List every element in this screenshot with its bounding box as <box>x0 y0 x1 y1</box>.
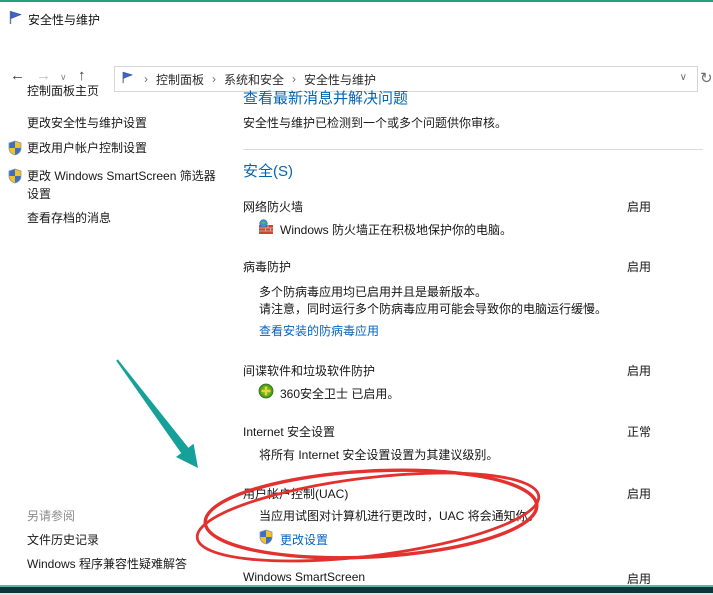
address-dropdown-icon[interactable]: ∨ <box>680 72 687 83</box>
see-also-header: 另请参阅 <box>27 507 75 524</box>
sidebar-item-file-history[interactable]: 文件历史记录 <box>27 531 99 548</box>
sidebar-item-control-panel-home[interactable]: 控制面板主页 <box>27 82 99 99</box>
desc-spyware-protection: 360安全卫士 已启用。 <box>280 385 399 402</box>
uac-shield-icon <box>7 140 23 156</box>
breadcrumb-separator-icon: › <box>206 72 222 86</box>
sidebar-item-view-archived-messages[interactable]: 查看存档的消息 <box>27 209 111 226</box>
window-title: 安全性与维护 <box>28 11 100 28</box>
sidebar-item-change-smartscreen-settings[interactable]: 更改 Windows SmartScreen 筛选器设置 <box>27 167 227 203</box>
divider <box>243 149 703 150</box>
desc-virus-protection-1: 多个防病毒应用均已启用并且是最新版本。 <box>259 283 487 300</box>
status-uac: 启用 <box>627 485 651 502</box>
status-internet-security: 正常 <box>627 423 651 440</box>
annotation-arrow <box>116 359 198 468</box>
item-virus-protection: 病毒防护 <box>243 258 291 275</box>
item-smartscreen: Windows SmartScreen <box>243 570 365 584</box>
firewall-icon <box>258 219 274 235</box>
section-security-header[interactable]: 安全(S) <box>243 160 293 181</box>
back-button[interactable]: ← <box>10 67 25 84</box>
item-internet-security: Internet 安全设置 <box>243 423 335 440</box>
flag-icon <box>8 10 23 28</box>
status-virus-protection: 启用 <box>627 258 651 275</box>
breadcrumb-separator-icon: › <box>286 72 302 86</box>
sidebar-item-compat-troubleshooter[interactable]: Windows 程序兼容性疑难解答 <box>27 555 187 572</box>
refresh-button[interactable]: ↻ <box>700 69 713 87</box>
title-bar: 安全性与维护 <box>0 2 713 30</box>
desc-virus-protection-2: 请注意，同时运行多个防病毒应用可能会导致你的电脑运行缓慢。 <box>259 300 607 317</box>
desc-network-firewall: Windows 防火墙正在积极地保护你的电脑。 <box>280 221 512 238</box>
desc-uac: 当应用试图对计算机进行更改时，UAC 将会通知你。 <box>259 507 540 524</box>
desc-internet-security: 将所有 Internet 安全设置设置为其建议级别。 <box>259 446 498 463</box>
item-uac: 用户帐户控制(UAC) <box>243 485 348 502</box>
breadcrumb-security-maintenance[interactable]: 安全性与维护 <box>302 71 378 88</box>
status-network-firewall: 启用 <box>627 198 651 215</box>
address-flag-icon <box>121 71 134 87</box>
page-subtitle: 安全性与维护已检测到一个或多个问题供你审核。 <box>243 114 507 131</box>
sidebar-item-change-uac-settings[interactable]: 更改用户帐户控制设置 <box>27 139 147 156</box>
breadcrumb-separator-icon: › <box>138 72 154 86</box>
change-uac-settings-link[interactable]: 更改设置 <box>280 531 328 548</box>
uac-shield-icon <box>7 168 23 184</box>
breadcrumb-control-panel[interactable]: 控制面板 <box>154 71 206 88</box>
360-safeguard-icon <box>258 383 274 399</box>
item-network-firewall: 网络防火墙 <box>243 198 303 215</box>
item-spyware-protection: 间谍软件和垃圾软件防护 <box>243 362 375 379</box>
uac-shield-icon <box>258 529 274 545</box>
sidebar-item-change-security-settings[interactable]: 更改安全性与维护设置 <box>27 114 147 131</box>
page-title: 查看最新消息并解决问题 <box>243 87 408 108</box>
view-installed-antivirus-link[interactable]: 查看安装的防病毒应用 <box>259 322 379 339</box>
breadcrumb-system-security[interactable]: 系统和安全 <box>222 71 286 88</box>
status-spyware-protection: 启用 <box>627 362 651 379</box>
navigation-bar: ← → ∨ ↑ › 控制面板 › 系统和安全 › 安全性与维护 ∨ ↻ <box>0 30 713 63</box>
